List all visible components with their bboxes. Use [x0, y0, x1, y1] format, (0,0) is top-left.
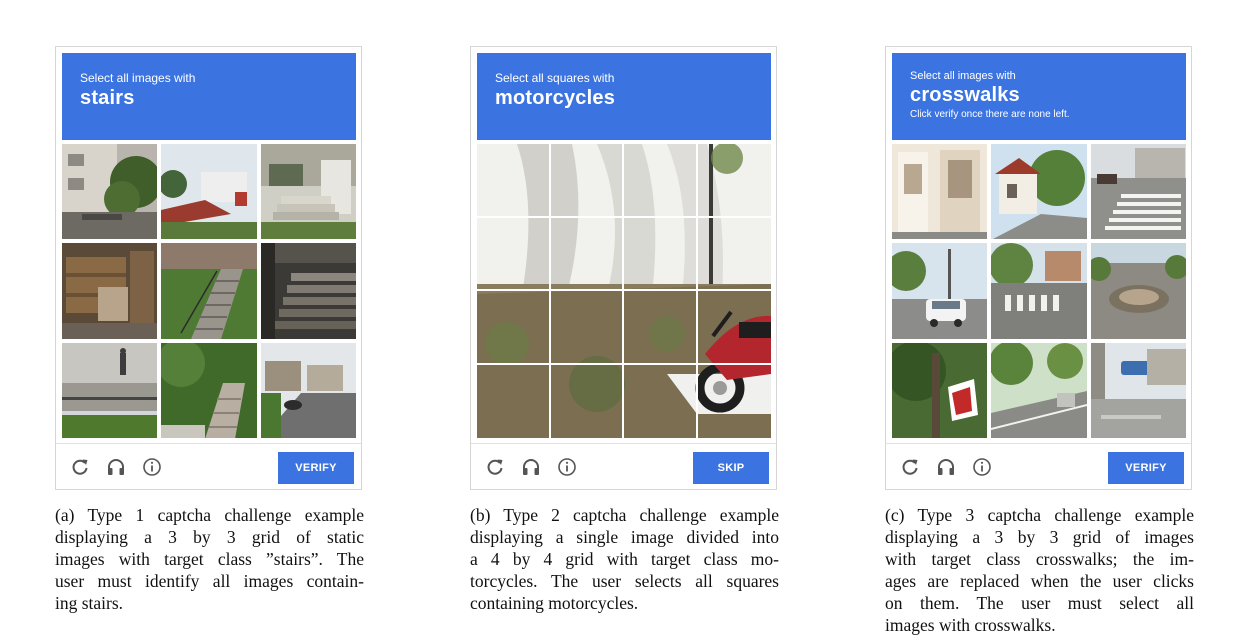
image-grid [892, 144, 1186, 438]
caption-line: on them. The user must select all [885, 593, 1194, 613]
image-tile[interactable] [991, 342, 1087, 438]
grid-square[interactable] [624, 364, 698, 438]
header-instruction: Select all images with [910, 70, 1016, 82]
audio-challenge-icon[interactable] [105, 456, 127, 478]
caption-line: containing motorcycles. [470, 593, 639, 613]
challenge-footer: VERIFY [886, 443, 1191, 489]
grid-square[interactable] [697, 218, 771, 291]
figure-caption-c: (c) Type 3 captcha challenge example dis… [885, 504, 1194, 636]
image-tile[interactable] [1090, 144, 1186, 240]
image-tile[interactable] [161, 342, 257, 438]
header-target-class: crosswalks [910, 84, 1020, 106]
challenge-header: Select all images with stairs [62, 53, 356, 140]
info-icon[interactable] [141, 456, 163, 478]
grid-square[interactable] [477, 364, 551, 438]
image-tile[interactable] [892, 342, 988, 438]
grid-square[interactable] [550, 217, 624, 291]
caption-line: images with crosswalks. [885, 615, 1056, 635]
image-tile[interactable] [260, 243, 356, 339]
image-tile[interactable] [260, 342, 356, 438]
image-tile[interactable] [892, 144, 988, 240]
caption-line: a 4 by 4 grid with target class mo- [470, 549, 779, 569]
reload-icon[interactable] [484, 456, 506, 478]
image-tile[interactable] [1090, 342, 1186, 438]
captcha-panel-a: Select all images with stairs VERIFY (a)… [55, 46, 364, 614]
captcha-widget-c: Select all images with crosswalks Click … [885, 46, 1192, 490]
verify-button[interactable]: VERIFY [1108, 452, 1184, 484]
grid-square[interactable] [697, 291, 771, 365]
captcha-widget-a: Select all images with stairs VERIFY [55, 46, 362, 490]
header-instruction: Select all squares with [495, 71, 615, 85]
header-target-class: motorcycles [495, 87, 616, 109]
caption-line: ing stairs. [55, 593, 124, 613]
skip-button[interactable]: SKIP [693, 452, 769, 484]
caption-line: (b) Type 2 captcha challenge example [470, 505, 779, 525]
reload-icon[interactable] [899, 456, 921, 478]
image-tile[interactable] [161, 243, 257, 339]
caption-line: (a) Type 1 captcha challenge example [55, 505, 364, 525]
figure-caption-b: (b) Type 2 captcha challenge example dis… [470, 504, 779, 614]
image-tile[interactable] [991, 243, 1087, 339]
image-tile[interactable] [62, 243, 158, 339]
caption-line: images with target class ”stairs”. The [55, 549, 364, 569]
grid-square[interactable] [477, 144, 551, 218]
header-target-class: stairs [80, 87, 135, 109]
captcha-panel-b: Select all squares with motorcycles SKIP… [470, 46, 779, 614]
grid-square[interactable] [550, 144, 624, 218]
caption-line: (c) Type 3 captcha challenge example [885, 505, 1194, 525]
header-subinstruction: Click verify once there are none left. [910, 109, 1070, 120]
challenge-footer: VERIFY [56, 443, 361, 489]
header-instruction: Select all images with [80, 71, 196, 85]
image-grid [62, 144, 356, 438]
caption-line: torcycles. The user selects all squares [470, 571, 779, 591]
captcha-panel-c: Select all images with crosswalks Click … [885, 46, 1194, 636]
challenge-header: Select all images with crosswalks Click … [892, 53, 1186, 140]
grid-square[interactable] [624, 291, 698, 365]
image-tile[interactable] [62, 144, 158, 240]
grid-square[interactable] [551, 364, 624, 438]
image-tile[interactable] [62, 342, 158, 438]
caption-line: displaying a single image divided into [470, 527, 779, 547]
image-grid [477, 144, 771, 438]
image-tile[interactable] [892, 243, 988, 339]
grid-square[interactable] [624, 144, 698, 218]
challenge-footer: SKIP [471, 443, 776, 489]
grid-square[interactable] [697, 144, 771, 218]
audio-challenge-icon[interactable] [520, 456, 542, 478]
reload-icon[interactable] [69, 456, 91, 478]
image-tile[interactable] [260, 144, 356, 240]
image-tile[interactable] [1090, 243, 1186, 339]
info-icon[interactable] [556, 456, 578, 478]
caption-line: user must identify all images contain- [55, 571, 364, 591]
square-grid [477, 144, 771, 438]
image-tile[interactable] [161, 144, 257, 240]
info-icon[interactable] [971, 456, 993, 478]
grid-square[interactable] [550, 291, 624, 365]
grid-square[interactable] [477, 291, 551, 365]
image-tile[interactable] [991, 144, 1087, 240]
caption-line: displaying a 3 by 3 grid of static [55, 527, 364, 547]
grid-square[interactable] [477, 217, 551, 291]
grid-square[interactable] [698, 365, 772, 439]
audio-challenge-icon[interactable] [935, 456, 957, 478]
figure-caption-a: (a) Type 1 captcha challenge example dis… [55, 504, 364, 614]
grid-square[interactable] [624, 217, 698, 291]
verify-button[interactable]: VERIFY [278, 452, 354, 484]
captcha-widget-b: Select all squares with motorcycles SKIP [470, 46, 777, 490]
caption-line: with target class crosswalks; the im- [885, 549, 1194, 569]
caption-line: ages are replaced when the user clicks [885, 571, 1194, 591]
caption-line: displaying a 3 by 3 grid of images [885, 527, 1194, 547]
challenge-header: Select all squares with motorcycles [477, 53, 771, 140]
